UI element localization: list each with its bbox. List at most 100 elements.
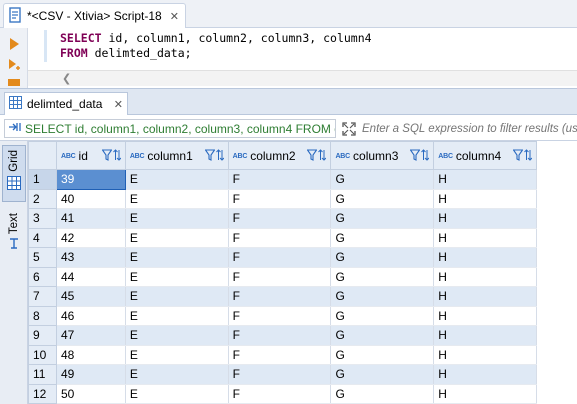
- results-tab[interactable]: delimted_data ✕: [4, 92, 128, 115]
- table-cell-column1[interactable]: E: [125, 267, 229, 287]
- table-cell-id[interactable]: 49: [56, 364, 126, 385]
- filter-icon[interactable]: [409, 149, 421, 164]
- table-row[interactable]: 3 41 E F G H: [28, 208, 577, 229]
- column-header-column1[interactable]: ABC column1: [124, 141, 229, 170]
- table-cell-id[interactable]: 50: [56, 384, 126, 404]
- column-header-id[interactable]: ABC id: [55, 141, 126, 170]
- row-number[interactable]: 11: [28, 364, 57, 385]
- table-cell-column3[interactable]: G: [330, 306, 435, 326]
- table-cell-column1[interactable]: E: [125, 384, 229, 404]
- table-cell-column3[interactable]: G: [330, 325, 435, 346]
- table-cell-column1[interactable]: E: [125, 189, 229, 209]
- table-cell-id[interactable]: 42: [56, 228, 126, 248]
- table-cell-column4[interactable]: H: [433, 286, 538, 307]
- table-cell-column1[interactable]: E: [125, 325, 229, 346]
- sort-icon[interactable]: [318, 149, 327, 164]
- table-cell-column2[interactable]: F: [228, 306, 332, 326]
- table-cell-column4[interactable]: H: [433, 208, 538, 229]
- table-cell-column1[interactable]: E: [125, 208, 229, 229]
- table-row[interactable]: 12 50 E F G H: [28, 383, 577, 404]
- close-icon[interactable]: ✕: [170, 10, 179, 23]
- table-cell-id[interactable]: 48: [56, 345, 126, 365]
- table-row[interactable]: 8 46 E F G H: [28, 305, 577, 326]
- row-number[interactable]: 12: [28, 383, 57, 404]
- table-cell-column2[interactable]: F: [228, 169, 332, 190]
- table-cell-id[interactable]: 46: [56, 306, 126, 326]
- table-cell-id[interactable]: 39: [55, 169, 126, 190]
- table-cell-column4[interactable]: H: [433, 267, 538, 287]
- table-row[interactable]: 10 48 E F G H: [28, 344, 577, 365]
- sort-icon[interactable]: [112, 149, 122, 164]
- source-query-box[interactable]: SELECT id, column1, column2, column3, co…: [4, 119, 336, 138]
- table-cell-column4[interactable]: H: [433, 228, 538, 248]
- table-cell-id[interactable]: 40: [56, 189, 126, 209]
- grid-corner[interactable]: [28, 141, 57, 170]
- table-cell-column3[interactable]: G: [330, 345, 435, 365]
- table-cell-column3[interactable]: G: [330, 189, 435, 209]
- horizontal-scrollbar[interactable]: ❮: [28, 70, 577, 86]
- filter-icon[interactable]: [101, 149, 113, 164]
- editor-tab-script[interactable]: *<CSV - Xtivia> Script-18 ✕: [3, 3, 186, 28]
- table-cell-column2[interactable]: F: [228, 384, 332, 404]
- table-cell-id[interactable]: 41: [56, 208, 126, 229]
- table-cell-id[interactable]: 44: [56, 267, 126, 287]
- row-number[interactable]: 10: [28, 344, 57, 365]
- execute-script-icon[interactable]: [7, 58, 21, 72]
- table-cell-column3[interactable]: G: [330, 169, 435, 190]
- tab-grid[interactable]: Grid: [2, 145, 26, 202]
- table-row[interactable]: 7 45 E F G H: [28, 286, 577, 307]
- table-cell-column1[interactable]: E: [125, 247, 229, 268]
- table-cell-column2[interactable]: F: [228, 189, 332, 209]
- table-cell-column4[interactable]: H: [433, 325, 538, 346]
- table-row[interactable]: 1 39 E F G H: [28, 169, 577, 190]
- filter-icon[interactable]: [306, 149, 318, 164]
- row-number[interactable]: 3: [28, 208, 57, 229]
- table-cell-column2[interactable]: F: [228, 286, 332, 307]
- table-cell-column4[interactable]: H: [433, 345, 538, 365]
- table-cell-column1[interactable]: E: [125, 306, 229, 326]
- table-cell-column4[interactable]: H: [433, 247, 538, 268]
- table-cell-id[interactable]: 47: [56, 325, 126, 346]
- table-row[interactable]: 11 49 E F G H: [28, 364, 577, 385]
- execute-icon[interactable]: [7, 37, 21, 51]
- table-cell-column2[interactable]: F: [228, 325, 332, 346]
- table-cell-column3[interactable]: G: [330, 364, 435, 385]
- column-header-column3[interactable]: ABC column3: [330, 141, 435, 170]
- table-cell-column1[interactable]: E: [125, 345, 229, 365]
- table-cell-column1[interactable]: E: [125, 286, 229, 307]
- row-number[interactable]: 6: [28, 266, 57, 287]
- filter-icon[interactable]: [512, 149, 524, 164]
- table-cell-column4[interactable]: H: [433, 306, 538, 326]
- filter-input[interactable]: [362, 119, 577, 138]
- table-cell-column4[interactable]: H: [433, 364, 538, 385]
- column-header-column2[interactable]: ABC column2: [227, 141, 332, 170]
- expand-icon[interactable]: [341, 121, 357, 137]
- table-cell-column1[interactable]: E: [125, 364, 229, 385]
- table-row[interactable]: 6 44 E F G H: [28, 266, 577, 287]
- table-row[interactable]: 2 40 E F G H: [28, 188, 577, 209]
- table-cell-column2[interactable]: F: [228, 267, 332, 287]
- table-row[interactable]: 5 43 E F G H: [28, 247, 577, 268]
- explain-plan-icon[interactable]: [7, 78, 21, 86]
- table-cell-column3[interactable]: G: [330, 208, 435, 229]
- row-number[interactable]: 5: [28, 247, 57, 268]
- table-cell-column1[interactable]: E: [125, 228, 229, 248]
- row-number[interactable]: 1: [28, 169, 57, 190]
- table-cell-column2[interactable]: F: [228, 228, 332, 248]
- table-cell-column2[interactable]: F: [228, 345, 332, 365]
- table-cell-column3[interactable]: G: [330, 228, 435, 248]
- table-cell-column3[interactable]: G: [330, 384, 435, 404]
- table-cell-id[interactable]: 45: [56, 286, 126, 307]
- table-cell-column1[interactable]: E: [125, 169, 229, 190]
- tab-text[interactable]: Text: [2, 209, 26, 259]
- table-cell-id[interactable]: 43: [56, 247, 126, 268]
- table-cell-column4[interactable]: H: [433, 189, 538, 209]
- row-number[interactable]: 8: [28, 305, 57, 326]
- sort-icon[interactable]: [524, 149, 533, 164]
- row-number[interactable]: 9: [28, 325, 57, 346]
- table-cell-column4[interactable]: H: [433, 169, 538, 190]
- row-number[interactable]: 2: [28, 188, 57, 209]
- table-cell-column2[interactable]: F: [228, 247, 332, 268]
- table-cell-column2[interactable]: F: [228, 208, 332, 229]
- filter-icon[interactable]: [204, 149, 216, 164]
